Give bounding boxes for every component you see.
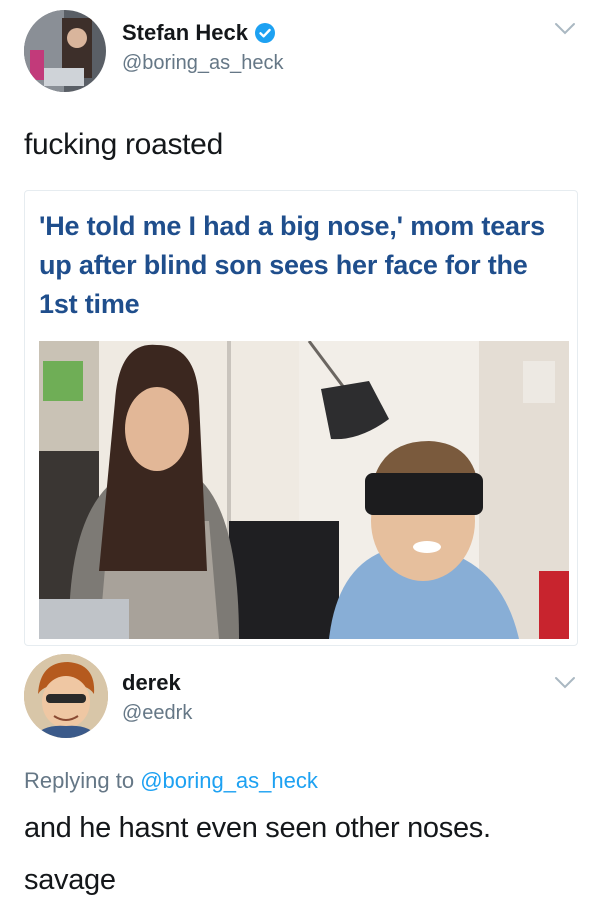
author-name-block: Stefan Heck @boring_as_heck [122,20,284,75]
verified-badge-icon [254,22,276,44]
reply-text-line-1: and he hasnt even seen other noses. [24,812,491,844]
chevron-down-icon[interactable] [554,676,576,690]
replying-to-prefix: Replying to [24,768,135,793]
author-avatar[interactable] [24,10,106,92]
reply-handle[interactable]: @eedrk [122,702,192,725]
reply-author-avatar[interactable] [24,654,108,738]
replying-to-mention[interactable]: @boring_as_heck [140,768,318,793]
author-display-name[interactable]: Stefan Heck [122,20,276,46]
replying-to-line: Replying to @boring_as_heck [24,768,318,794]
author-handle[interactable]: @boring_as_heck [122,52,284,75]
link-card[interactable]: 'He told me I had a big nose,' mom tears… [24,190,578,646]
author-name-text[interactable]: Stefan Heck [122,20,248,46]
tweet-text: fucking roasted [24,128,223,161]
card-headline[interactable]: 'He told me I had a big nose,' mom tears… [39,207,569,324]
tweet-header: Stefan Heck @boring_as_heck [24,10,584,92]
reply-text-line-2: savage [24,864,116,896]
chevron-down-icon[interactable] [554,22,576,36]
card-photo[interactable] [39,341,569,639]
reply-header: derek @eedrk [24,654,584,742]
reply-display-name[interactable]: derek [122,670,181,696]
